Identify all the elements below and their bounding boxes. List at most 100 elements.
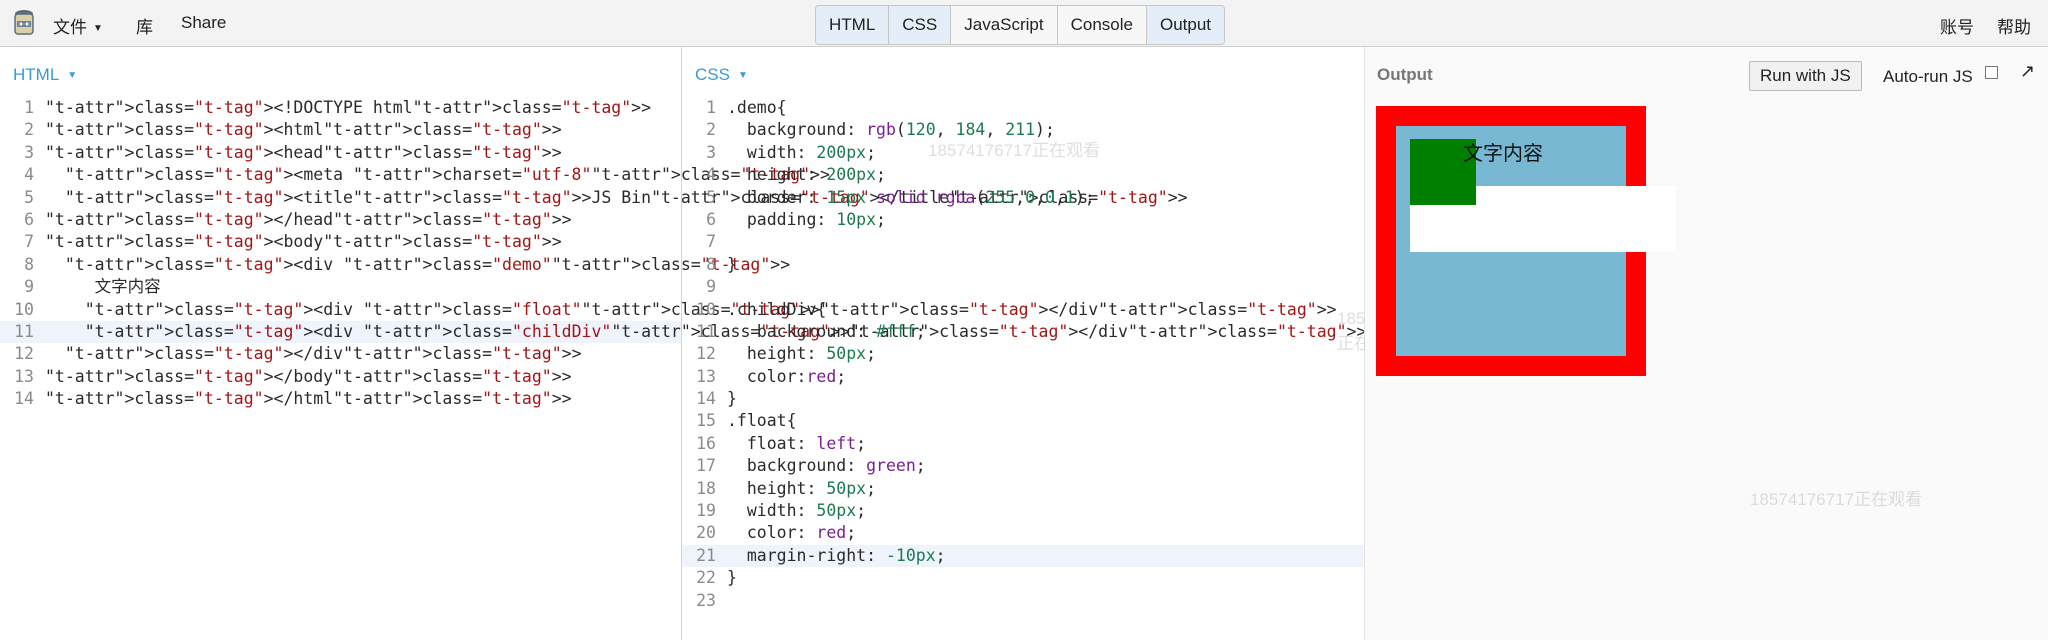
file-menu-label: 文件	[53, 18, 87, 37]
code-line[interactable]: 21 margin-right: -10px;	[682, 544, 1364, 568]
line-number: 6	[24, 209, 34, 229]
code-line[interactable]: 20 color: red;	[682, 522, 1364, 544]
auto-run-checkbox[interactable]	[1985, 66, 1998, 79]
code-line[interactable]: 2 "t-attr">class="t-tag"><html"t-attr">cl…	[0, 119, 681, 141]
code-line[interactable]: 1 "t-attr">class="t-tag"><!DOCTYPE html"t…	[0, 97, 681, 119]
code-text: "t-attr">class="t-tag"><head"t-attr">cla…	[45, 142, 562, 162]
line-number: 3	[706, 142, 716, 162]
line-number: 5	[706, 187, 716, 207]
code-line[interactable]: 5 border: 15px solid rgba(255,0,0,1);	[682, 187, 1364, 209]
tab-console[interactable]: Console	[1057, 6, 1147, 44]
code-text: .childDiv{	[727, 299, 827, 319]
css-panel-title: CSS	[695, 65, 730, 84]
tab-css[interactable]: CSS	[889, 6, 952, 44]
code-line[interactable]: 18 height: 50px;	[682, 478, 1364, 500]
line-number: 7	[24, 232, 34, 252]
line-number: 8	[706, 254, 716, 274]
line-number: 22	[696, 568, 716, 588]
code-line[interactable]: 4 height: 200px;	[682, 164, 1364, 186]
code-line[interactable]: 3 width: 200px;	[682, 142, 1364, 164]
panel-tabs: HTML CSS JavaScript Console Output	[815, 5, 1226, 45]
code-line[interactable]: 15 .float{	[682, 410, 1364, 432]
code-text: border: 15px solid rgba(255,0,0,1);	[746, 187, 1095, 207]
code-line[interactable]: 12 "t-attr">class="t-tag"></div"t-attr">…	[0, 343, 681, 365]
share-menu[interactable]: Share	[181, 13, 226, 33]
line-number: 12	[696, 344, 716, 364]
code-line[interactable]: 14 "t-attr">class="t-tag"></html"t-attr">…	[0, 388, 681, 410]
css-panel: CSS ▼ 1 .demo{2 background: rgb(120, 184, …	[682, 47, 1441, 640]
run-with-js-button[interactable]: Run with JS	[1749, 61, 1862, 91]
code-text: "t-attr">class="t-tag"></html"t-attr">cl…	[45, 389, 572, 409]
code-text: "t-attr">class="t-tag"></body"t-attr">cl…	[45, 366, 572, 386]
code-line[interactable]: 13 "t-attr">class="t-tag"></body"t-attr">…	[0, 366, 681, 388]
code-line[interactable]: 7	[682, 231, 1364, 253]
code-text: height: 50px;	[746, 478, 877, 498]
tab-html[interactable]: HTML	[816, 6, 890, 44]
code-line[interactable]: 8 "t-attr">class="t-tag"><div "t-attr">c…	[0, 254, 790, 276]
code-line[interactable]: 5 "t-attr">class="t-tag"><title"t-attr">…	[0, 187, 1188, 209]
code-line[interactable]: 17 background: green;	[682, 455, 1364, 477]
caret-down-icon: ▼	[93, 23, 103, 34]
code-text: }	[727, 389, 737, 409]
html-code-editor[interactable]: 1 "t-attr">class="t-tag"><!DOCTYPE html"t…	[0, 97, 1366, 410]
code-line[interactable]: 16 float: left;	[682, 433, 1364, 455]
html-panel-label[interactable]: HTML ▼	[13, 65, 77, 85]
popout-arrow-icon[interactable]: ↗	[2020, 61, 2035, 82]
code-text: "t-attr">class="t-tag"><div "t-attr">cla…	[64, 254, 791, 274]
code-line[interactable]: 13 color:red;	[682, 366, 1364, 388]
code-line[interactable]: 8}	[682, 254, 1364, 276]
line-number: 13	[696, 366, 716, 386]
line-number: 16	[696, 433, 716, 453]
code-line[interactable]: 11 "t-attr">class="t-tag"><div "t-attr">…	[0, 320, 1366, 344]
code-line[interactable]: 1 .demo{	[682, 97, 1364, 119]
line-number: 2	[706, 120, 716, 140]
jsbin-logo-icon[interactable]	[12, 9, 36, 39]
tab-javascript[interactable]: JavaScript	[951, 6, 1058, 44]
line-number: 8	[24, 254, 34, 274]
code-text: width: 200px;	[746, 142, 877, 162]
code-line[interactable]: 19 width: 50px;	[682, 500, 1364, 522]
code-text: 文字内容	[45, 277, 161, 297]
code-text: float: left;	[746, 433, 867, 453]
code-line[interactable]: 12 height: 50px;	[682, 343, 1364, 365]
code-text: "t-attr">class="t-tag"><html"t-attr">cla…	[45, 120, 562, 140]
line-number: 19	[696, 501, 716, 521]
line-number: 5	[24, 187, 34, 207]
account-menu[interactable]: 账号	[1940, 13, 1974, 38]
code-line[interactable]: 23	[682, 590, 1364, 612]
code-line[interactable]: 7 "t-attr">class="t-tag"><body"t-attr">cl…	[0, 231, 681, 253]
code-line[interactable]: 9	[682, 276, 1364, 298]
line-number: 15	[696, 411, 716, 431]
line-number: 11	[14, 321, 34, 341]
code-text: background: #fff;	[756, 321, 926, 341]
code-line[interactable]: 10 "t-attr">class="t-tag"><div "t-attr">…	[0, 299, 1336, 321]
line-number: 6	[706, 209, 716, 229]
code-text: }	[727, 568, 737, 588]
help-menu[interactable]: 帮助	[1997, 13, 2031, 38]
code-text: background: rgb(120, 184, 211);	[746, 120, 1055, 140]
code-text: color: red;	[746, 523, 857, 543]
code-line[interactable]: 22}	[682, 567, 1364, 589]
line-number: 9	[706, 277, 716, 297]
line-number: 21	[696, 545, 716, 565]
code-line[interactable]: 10 .childDiv{	[682, 299, 1364, 321]
code-line[interactable]: 4 "t-attr">class="t-tag"><meta "t-attr">…	[0, 164, 830, 186]
demo-box: 文字内容	[1376, 106, 1676, 376]
code-line[interactable]: 6 "t-attr">class="t-tag"></head"t-attr">c…	[0, 209, 681, 231]
code-line[interactable]: 9 文字内容	[0, 276, 681, 298]
code-text: }	[727, 254, 737, 274]
css-code-editor[interactable]: 1 .demo{2 background: rgb(120, 184, 211);…	[682, 97, 1364, 612]
line-number: 18	[696, 478, 716, 498]
file-menu[interactable]: 文件 ▼	[53, 13, 103, 38]
code-line[interactable]: 11 background: #fff;	[682, 321, 1364, 343]
code-line[interactable]: 14}	[682, 388, 1364, 410]
code-text: "t-attr">class="t-tag"><body"t-attr">cla…	[45, 232, 562, 252]
code-line[interactable]: 2 background: rgb(120, 184, 211);	[682, 119, 1364, 141]
library-menu[interactable]: 库	[136, 13, 153, 38]
css-panel-label[interactable]: CSS ▼	[695, 65, 748, 85]
line-number: 14	[14, 389, 34, 409]
tab-output[interactable]: Output	[1147, 6, 1225, 44]
line-number: 1	[24, 98, 34, 117]
code-line[interactable]: 3 "t-attr">class="t-tag"><head"t-attr">cl…	[0, 142, 681, 164]
code-line[interactable]: 6 padding: 10px;	[682, 209, 1364, 231]
